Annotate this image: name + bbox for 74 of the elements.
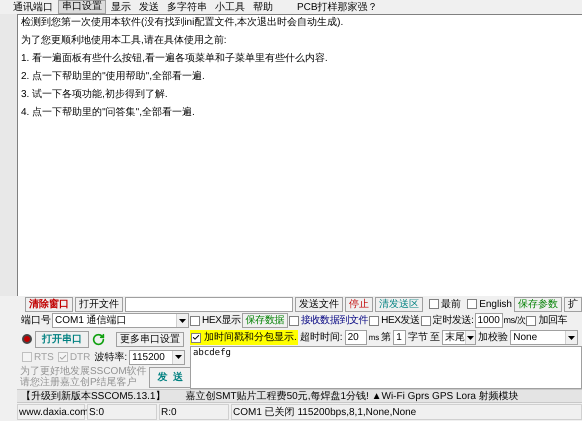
checkbox-label: HEX发送	[381, 314, 420, 328]
dropdown-arrow-icon	[175, 355, 182, 359]
log-line: 2. 点一下帮助里的"使用帮助",全部看一遍.	[21, 70, 206, 83]
checkbox[interactable]	[288, 316, 299, 326]
menu-item[interactable]: 通讯端口	[10, 2, 56, 14]
interval-field[interactable]: 1000	[474, 313, 503, 328]
menu-item[interactable]: 多字符串	[164, 2, 210, 14]
log-line: 3. 试一下各项功能,初步得到了解.	[21, 88, 169, 101]
checkbox[interactable]	[191, 332, 201, 342]
from-label: 第	[381, 331, 392, 345]
dropdown-arrow-icon	[179, 318, 186, 322]
checkbox-label: 加时间戳和分包显示.	[204, 330, 297, 345]
receive-text-area[interactable]: 检测到您第一次使用本软件(没有找到ini配置文件,本次退出时会自动生成). 为了您更顺利地使用本工具,请在具体使用之前: 1. 看一遍面板有些什么按钮,看一遍各项菜单和子菜单里有些什么内容. 2. 点一下帮助里的"使用帮助",全部看一遍. 3. 试一下各项功能,初步得到了解. 4. 点一下帮助里的"问答集",全部看一遍.	[17, 14, 582, 296]
more-port-settings-button[interactable]: 更多串口设置	[116, 332, 184, 346]
status-bar-cell: www.daxia.com	[17, 404, 85, 420]
file-path-field[interactable]	[125, 296, 294, 312]
refresh-icon[interactable]	[92, 332, 105, 346]
menu-item[interactable]: PCB打样那家强？	[294, 2, 381, 14]
clear-window-button[interactable]: 清除窗口	[25, 296, 73, 312]
checkbox[interactable]	[467, 299, 478, 309]
clear-send-button[interactable]: 清发送区	[375, 296, 424, 312]
menu-item[interactable]: 串口设置	[58, 0, 106, 14]
interval-unit: ms/次	[504, 314, 526, 327]
status-bar-cell: S:0	[87, 404, 157, 420]
menu-item[interactable]: 帮助	[250, 2, 276, 14]
checksum-select[interactable]: None	[510, 330, 578, 345]
menu-item[interactable]: 小工具	[212, 2, 248, 14]
dropdown-arrow-icon	[467, 336, 474, 340]
log-line: 1. 看一遍面板有些什么按钮,看一遍各项菜单和子菜单里有些什么内容.	[21, 52, 329, 65]
checkbox[interactable]	[429, 299, 440, 309]
checkbox-label: 定时发送:	[432, 314, 474, 328]
menu-item[interactable]: 发送	[136, 2, 162, 14]
port-label: 端口号	[21, 314, 51, 328]
log-line: 为了您更顺利地使用本工具,请在具体使用之前:	[21, 34, 228, 47]
save-params-button[interactable]: 保存参数	[514, 296, 562, 312]
checkbox-label: HEX显示	[202, 314, 241, 328]
checkbox-label: English	[479, 298, 512, 312]
register-notice: 为了更好地发展SSCOM软件 请您注册嘉立创P结尾客户	[20, 366, 147, 388]
timeout-label: 超时时间:	[300, 330, 343, 345]
menu-item[interactable]: 显示	[108, 2, 134, 14]
marquee-text: 嘉立创SMT贴片工程费50元,每焊盘1分钱! ▲Wi-Fi Gprs GPS Lora 射频模块	[185, 390, 519, 402]
open-port-button[interactable]: 打开串口	[35, 330, 89, 348]
log-line: 检测到您第一次使用本软件(没有找到ini配置文件,本次退出时会自动生成).	[21, 16, 344, 29]
checkbox-label: 加回车	[538, 314, 568, 328]
to-byte-select[interactable]: 末尾	[442, 330, 476, 345]
checkbox-label: DTR	[70, 350, 90, 364]
checkbox-label: 最前	[441, 298, 462, 312]
status-bar-cell: COM1 已关闭 115200bps,8,1,None,None	[231, 404, 582, 420]
to-label: 至	[430, 331, 440, 345]
baud-label: 波特率:	[94, 350, 128, 364]
baud-select[interactable]: 115200	[129, 350, 186, 364]
checkbox-label: RTS	[34, 350, 54, 364]
checkbox[interactable]	[190, 316, 200, 326]
dropdown-arrow-icon	[568, 336, 576, 340]
checkbox[interactable]	[369, 316, 380, 326]
send-button[interactable]: 发 送	[148, 366, 192, 388]
send-text-area[interactable]: abcdefg	[190, 346, 582, 389]
save-data-button[interactable]: 保存数据	[242, 313, 288, 328]
timeout-field[interactable]: 20	[344, 330, 367, 345]
stop-button[interactable]: 停止	[345, 296, 374, 312]
checkbox-label: 接收数据到文件	[300, 314, 368, 328]
checkbox[interactable]	[420, 316, 431, 326]
from-byte-field[interactable]: 1	[393, 330, 406, 345]
bytes-label: 字节	[408, 330, 428, 345]
open-file-button[interactable]: 打开文件	[75, 296, 123, 312]
marquee-text: 【升级到新版本SSCOM5.13.1】	[21, 390, 166, 402]
status-bar-cell: R:0	[159, 404, 229, 420]
checkbox[interactable]	[526, 316, 536, 326]
timeout-unit: ms	[368, 332, 380, 344]
send-file-button[interactable]: 发送文件	[295, 296, 344, 312]
checksum-label: 加校验	[478, 330, 508, 345]
port-select[interactable]: COM1 通信端口	[52, 313, 189, 328]
log-line: 4. 点一下帮助里的"问答集",全部看一遍.	[21, 106, 196, 119]
expand-button[interactable]: 扩	[564, 296, 582, 312]
